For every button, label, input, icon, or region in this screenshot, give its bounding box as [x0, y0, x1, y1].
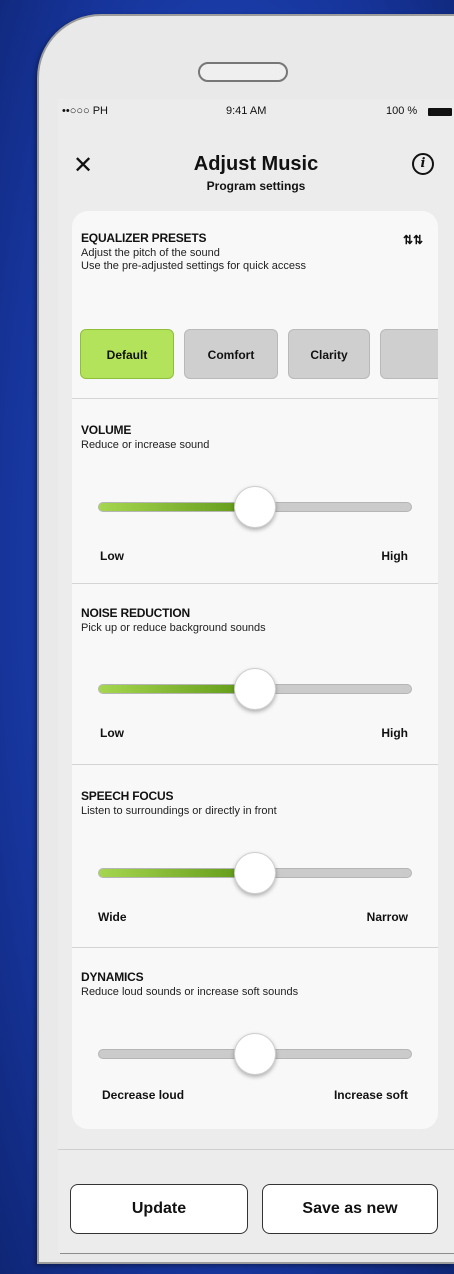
- noise-reduction-low-label: Low: [100, 726, 124, 740]
- battery-icon: [428, 108, 452, 116]
- equalizer-settings-icon[interactable]: ⇅⇅: [403, 233, 423, 247]
- save-as-new-button[interactable]: Save as new: [262, 1184, 438, 1234]
- noise-reduction-high-label: High: [381, 726, 408, 740]
- noise-reduction-slider-handle[interactable]: [234, 668, 276, 710]
- volume-section: VOLUME Reduce or increase sound Low High: [72, 399, 438, 583]
- page-subtitle: Program settings: [206, 179, 306, 193]
- dynamics-desc: Reduce loud sounds or increase soft soun…: [81, 986, 299, 998]
- status-bar: ••○○○ PH 9:41 AM 100 %: [58, 105, 454, 121]
- volume-slider-handle[interactable]: [234, 486, 276, 528]
- volume-desc: Reduce or increase sound: [81, 439, 210, 451]
- equalizer-section: EQUALIZER PRESETS ⇅⇅ Adjust the pitch of…: [72, 211, 438, 399]
- speech-focus-section: SPEECH FOCUS Listen to surroundings or d…: [72, 765, 438, 947]
- update-button[interactable]: Update: [70, 1184, 248, 1234]
- noise-reduction-title: NOISE REDUCTION: [81, 606, 191, 620]
- speech-focus-high-label: Narrow: [366, 910, 408, 924]
- equalizer-desc-2: Use the pre-adjusted settings for quick …: [81, 260, 307, 272]
- equalizer-title: EQUALIZER PRESETS: [81, 231, 207, 245]
- volume-low-label: Low: [100, 549, 124, 563]
- dynamics-section: DYNAMICS Reduce loud sounds or increase …: [72, 948, 438, 1128]
- volume-high-label: High: [381, 549, 408, 563]
- battery-percent: 100 %: [386, 105, 418, 117]
- volume-slider-fill: [99, 503, 255, 511]
- noise-reduction-section: NOISE REDUCTION Pick up or reduce backgr…: [72, 584, 438, 764]
- dynamics-slider-handle[interactable]: [234, 1033, 276, 1075]
- preset-default-button[interactable]: Default: [80, 329, 174, 379]
- dynamics-high-label: Increase soft: [333, 1088, 408, 1102]
- carrier-label: ••○○○ PH: [62, 105, 108, 117]
- noise-reduction-desc: Pick up or reduce background sounds: [81, 622, 266, 634]
- footer-bar: Update Save as new: [58, 1149, 454, 1253]
- equalizer-desc-1: Adjust the pitch of the sound: [81, 247, 220, 259]
- volume-title: VOLUME: [81, 423, 132, 437]
- preset-comfort-button[interactable]: Comfort: [184, 329, 278, 379]
- speech-focus-slider-fill: [99, 869, 255, 877]
- page-title: Adjust Music: [193, 153, 319, 175]
- speech-focus-low-label: Wide: [98, 910, 127, 924]
- speech-focus-slider-handle[interactable]: [234, 852, 276, 894]
- preset-clarity-button[interactable]: Clarity: [288, 329, 370, 379]
- status-time: 9:41 AM: [226, 105, 267, 117]
- app-screen: ••○○○ PH 9:41 AM 100 % ✕ Adjust Music Pr…: [58, 99, 454, 1253]
- speech-focus-desc: Listen to surroundings or directly in fr…: [81, 805, 277, 817]
- noise-reduction-slider-fill: [99, 685, 255, 693]
- phone-speaker: [198, 62, 288, 82]
- speech-focus-title: SPEECH FOCUS: [81, 789, 174, 803]
- info-icon[interactable]: i: [412, 153, 434, 175]
- settings-card: EQUALIZER PRESETS ⇅⇅ Adjust the pitch of…: [72, 211, 438, 1129]
- dynamics-low-label: Decrease loud: [102, 1088, 185, 1102]
- preset-more-button[interactable]: [380, 329, 438, 379]
- dynamics-title: DYNAMICS: [81, 970, 144, 984]
